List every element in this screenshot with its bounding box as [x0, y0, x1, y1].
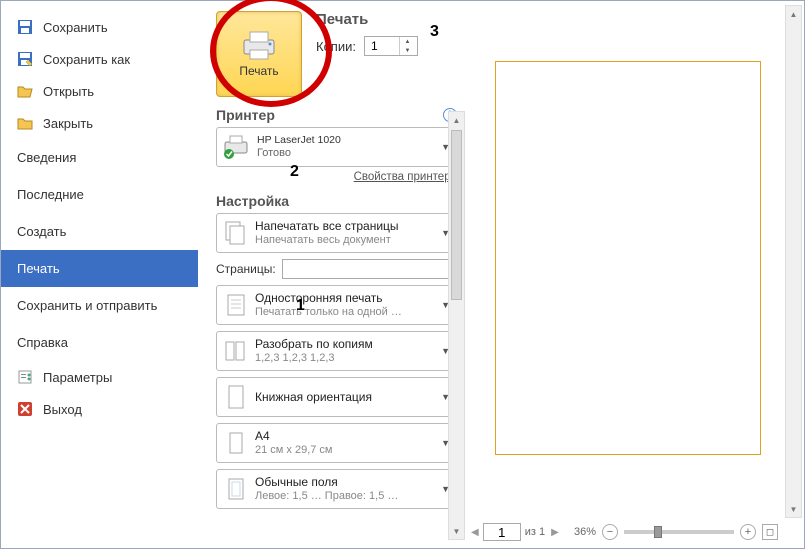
settings-scrollbar[interactable]: ▲ ▼: [448, 111, 465, 540]
copies-input[interactable]: [365, 38, 399, 54]
printer-icon: [238, 30, 280, 60]
sidebar-item-new[interactable]: Создать: [1, 213, 198, 250]
zoom-out-button[interactable]: −: [602, 524, 618, 540]
sidebar-item-label: Последние: [17, 187, 84, 202]
collate-icon: [223, 337, 249, 365]
print-button-label: Печать: [239, 64, 278, 78]
sidebar-item-label: Сведения: [17, 150, 76, 165]
sidebar-item-label: Закрыть: [43, 116, 93, 131]
scroll-thumb[interactable]: [451, 130, 462, 300]
sidebar-item-print[interactable]: Печать: [1, 250, 198, 287]
annotation-2: 2: [290, 163, 299, 181]
page-side-icon: [223, 291, 249, 319]
zoom-in-button[interactable]: +: [740, 524, 756, 540]
sidebar-item-label: Сохранить и отправить: [17, 298, 157, 313]
exit-icon: [17, 401, 33, 417]
scroll-up[interactable]: ▲: [449, 112, 464, 128]
printer-status: Готово: [257, 147, 441, 160]
copies-spinner[interactable]: ▲ ▼: [364, 36, 418, 56]
page-total-label: из 1: [525, 526, 545, 538]
sidebar-item-label: Параметры: [43, 370, 112, 385]
pages-label: Страницы:: [216, 262, 276, 276]
margins-selector[interactable]: Обычные поляЛевое: 1,5 … Правое: 1,5 … ▼: [216, 469, 457, 509]
annotation-1: 1: [296, 297, 305, 315]
sidebar-item-exit[interactable]: Выход: [1, 393, 198, 425]
print-panel: 3 Печать Печать Копии: ▲ ▼: [198, 1, 465, 548]
collate-selector[interactable]: Разобрать по копиям1,2,3 1,2,3 1,2,3 ▼: [216, 331, 457, 371]
page-prev-button[interactable]: ◀: [471, 527, 479, 538]
zoom-slider[interactable]: [624, 530, 734, 534]
pages-icon: [223, 219, 249, 247]
printer-name: HP LaserJet 1020: [257, 134, 441, 147]
spinner-up[interactable]: ▲: [400, 37, 415, 46]
preview-page: [495, 61, 761, 455]
annotation-3: 3: [430, 23, 439, 41]
spinner-down[interactable]: ▼: [400, 46, 415, 55]
paper-size-selector[interactable]: A421 см x 29,7 см ▼: [216, 423, 457, 463]
zoom-fit-button[interactable]: ◻: [762, 524, 778, 540]
sidebar-item-save-as[interactable]: Сохранить как: [1, 43, 198, 75]
sidebar-item-options[interactable]: Параметры: [1, 361, 198, 393]
sidebar-item-label: Создать: [17, 224, 66, 239]
page-number-input[interactable]: [483, 523, 521, 541]
folder-close-icon: [17, 115, 33, 131]
save-icon: [17, 19, 33, 35]
printer-properties-link[interactable]: Свойства принтера: [354, 171, 457, 183]
zoom-knob[interactable]: [654, 526, 662, 538]
sidebar-item-label: Сохранить: [43, 20, 108, 35]
pages-input[interactable]: [282, 259, 467, 279]
printer-selector[interactable]: HP LaserJet 1020 Готово ▼: [216, 127, 457, 167]
preview-scrollbar[interactable]: ▲ ▼: [785, 5, 802, 518]
sidebar-item-save-send[interactable]: Сохранить и отправить: [1, 287, 198, 324]
paper-icon: [223, 429, 249, 457]
sides-selector[interactable]: Односторонняя печатьПечатать только на о…: [216, 285, 457, 325]
printer-device-icon: [223, 135, 251, 159]
portrait-icon: [223, 383, 249, 411]
print-preview-pane: ▲ ▼ ◀ из 1 ▶ 36% − + ◻: [465, 1, 804, 548]
orientation-selector[interactable]: Книжная ориентация ▼: [216, 377, 457, 417]
save-as-icon: [17, 51, 33, 67]
sidebar-item-label: Сохранить как: [43, 52, 130, 67]
sidebar-item-recent[interactable]: Последние: [1, 176, 198, 213]
preview-toolbar: ◀ из 1 ▶ 36% − + ◻: [465, 520, 784, 544]
sidebar-item-label: Печать: [17, 261, 60, 276]
backstage-sidebar: Сохранить Сохранить как Открыть Закрыть …: [1, 1, 198, 548]
options-icon: [17, 369, 33, 385]
margins-icon: [223, 475, 249, 503]
print-button[interactable]: Печать: [216, 11, 302, 97]
printer-heading: Принтер: [216, 107, 275, 123]
sidebar-item-save[interactable]: Сохранить: [1, 11, 198, 43]
scroll-up[interactable]: ▲: [786, 6, 801, 22]
copies-label: Копии:: [316, 39, 356, 54]
sidebar-item-info[interactable]: Сведения: [1, 139, 198, 176]
page-next-button[interactable]: ▶: [551, 527, 559, 538]
zoom-label: 36%: [574, 526, 596, 538]
sidebar-item-open[interactable]: Открыть: [1, 75, 198, 107]
folder-open-icon: [17, 83, 33, 99]
sidebar-item-help[interactable]: Справка: [1, 324, 198, 361]
sidebar-item-label: Справка: [17, 335, 68, 350]
scroll-down[interactable]: ▼: [449, 523, 464, 539]
print-what-selector[interactable]: Напечатать все страницыНапечатать весь д…: [216, 213, 457, 253]
sidebar-item-label: Выход: [43, 402, 82, 417]
scroll-down[interactable]: ▼: [786, 501, 801, 517]
sidebar-item-close[interactable]: Закрыть: [1, 107, 198, 139]
settings-heading: Настройка: [216, 193, 289, 209]
sidebar-item-label: Открыть: [43, 84, 94, 99]
